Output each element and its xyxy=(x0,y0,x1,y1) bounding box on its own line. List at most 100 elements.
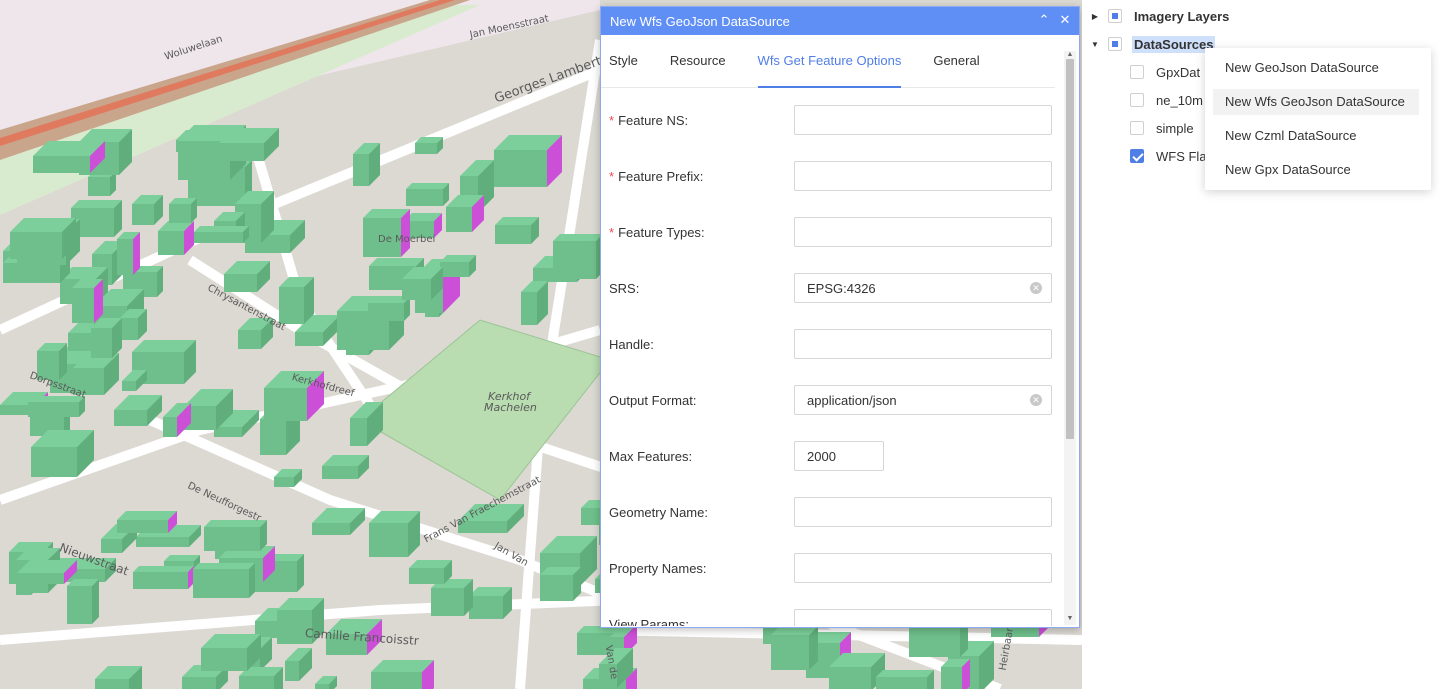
tree-node-datasource[interactable]: ne_10m xyxy=(1130,89,1203,111)
feature-prefix-input[interactable] xyxy=(794,161,1052,191)
field-label: View Params: xyxy=(609,617,689,626)
building-shape xyxy=(92,579,99,624)
building-shape xyxy=(494,150,547,187)
building-shape xyxy=(876,670,934,677)
tab-resource[interactable]: Resource xyxy=(670,35,726,87)
close-icon[interactable]: ✕ xyxy=(1056,11,1074,29)
building-shape xyxy=(415,143,437,154)
field-label: SRS: xyxy=(609,281,640,296)
srs-input[interactable] xyxy=(794,273,1052,303)
geometry-name-input[interactable] xyxy=(794,497,1052,527)
building-shape xyxy=(194,226,249,232)
form-row-max-features: Max Features: xyxy=(601,441,1061,473)
building-shape xyxy=(33,156,90,173)
imagery-layers-checkbox[interactable] xyxy=(1108,9,1122,23)
clear-icon[interactable]: ✕ xyxy=(1030,282,1042,294)
tree-node-label: GpxDat xyxy=(1156,64,1201,80)
tab-general[interactable]: General xyxy=(933,35,979,87)
building-shape xyxy=(260,419,286,455)
building-shape xyxy=(295,332,323,346)
building-shape xyxy=(369,523,408,557)
building-shape xyxy=(3,263,60,283)
property-names-input[interactable] xyxy=(794,553,1052,583)
dialog-scrollbar[interactable]: ▲ ▼ xyxy=(1064,51,1076,625)
building-shape xyxy=(469,596,503,619)
menu-item-new-geojson-datasource[interactable]: New GeoJson DataSource xyxy=(1213,55,1419,81)
tree-node-datasource[interactable]: simple xyxy=(1130,117,1194,139)
dialog-header[interactable]: New Wfs GeoJson DataSource ⌃ ✕ xyxy=(601,7,1079,35)
building-shape xyxy=(353,154,369,186)
tree-node-label: WFS Fla xyxy=(1156,148,1207,164)
form-row-geometry-name: Geometry Name: xyxy=(601,497,1061,529)
field-label: * Feature Types: xyxy=(609,225,705,240)
building-shape xyxy=(371,672,422,689)
max-features-input[interactable] xyxy=(794,441,884,471)
menu-item-new-czml-datasource[interactable]: New Czml DataSource xyxy=(1213,123,1419,149)
menu-item-new-gpx-datasource[interactable]: New Gpx DataSource xyxy=(1213,157,1419,183)
new-wfs-geojson-datasource-dialog: New Wfs GeoJson DataSource ⌃ ✕ Style Res… xyxy=(600,6,1080,628)
caret-right-icon[interactable]: ▶ xyxy=(1090,12,1100,21)
building-shape xyxy=(31,447,77,477)
building-shape xyxy=(158,231,184,255)
building-shape xyxy=(368,303,404,321)
building-shape xyxy=(909,624,960,657)
building-shape xyxy=(521,292,537,325)
tree-node-imagery-layers[interactable]: ▶ Imagery Layers xyxy=(1090,5,1229,27)
building-shape xyxy=(71,200,122,208)
building-shape xyxy=(279,287,304,324)
datasources-checkbox[interactable] xyxy=(1108,37,1122,51)
building-shape xyxy=(409,568,444,584)
building-shape xyxy=(193,569,249,598)
form-row-output-format: Output Format: ✕ xyxy=(601,385,1061,417)
building-shape xyxy=(214,427,242,437)
form-row-property-names: Property Names: xyxy=(601,553,1061,585)
tree-node-datasources[interactable]: ▼ DataSources xyxy=(1090,33,1216,55)
field-label: Handle: xyxy=(609,337,654,352)
building-shape xyxy=(169,204,191,223)
tree-node-label: simple xyxy=(1156,120,1194,136)
scroll-up-icon[interactable]: ▲ xyxy=(1065,51,1075,59)
collapse-icon[interactable]: ⌃ xyxy=(1035,11,1053,29)
building-shape xyxy=(132,204,154,225)
building-shape xyxy=(72,288,94,323)
tree-node-datasource[interactable]: WFS Fla xyxy=(1130,145,1207,167)
building-shape xyxy=(133,572,188,589)
tab-style[interactable]: Style xyxy=(609,35,638,87)
datasource-context-menu: New GeoJson DataSource New Wfs GeoJson D… xyxy=(1205,48,1431,190)
building-shape xyxy=(224,274,257,292)
place-label: Machelen xyxy=(484,401,537,414)
building-shape xyxy=(285,661,299,681)
clear-icon[interactable]: ✕ xyxy=(1030,394,1042,406)
datasource-checkbox[interactable] xyxy=(1130,93,1144,107)
caret-down-icon[interactable]: ▼ xyxy=(1090,40,1100,49)
datasource-checkbox[interactable] xyxy=(1130,65,1144,79)
building-shape xyxy=(829,667,871,689)
menu-item-new-wfs-geojson-datasource[interactable]: New Wfs GeoJson DataSource xyxy=(1213,89,1419,115)
field-label: Property Names: xyxy=(609,561,707,576)
building-shape xyxy=(88,177,110,196)
tab-wfs-get-feature-options[interactable]: Wfs Get Feature Options xyxy=(757,35,901,88)
building-shape xyxy=(238,330,261,349)
tree-node-label: ne_10m xyxy=(1156,92,1203,108)
building-shape xyxy=(133,566,194,572)
form-row-view-params: View Params: xyxy=(601,609,1061,626)
tree-node-datasource[interactable]: GpxDat xyxy=(1130,61,1200,83)
handle-input[interactable] xyxy=(794,329,1052,359)
building-shape xyxy=(204,527,260,551)
datasource-checkbox[interactable] xyxy=(1130,121,1144,135)
building-shape xyxy=(239,676,274,689)
building-shape xyxy=(249,563,255,598)
building-shape xyxy=(771,635,809,670)
building-shape xyxy=(193,563,255,569)
building-shape xyxy=(540,575,573,601)
building-shape xyxy=(117,239,133,275)
field-label: * Feature Prefix: xyxy=(609,169,704,184)
scrollbar-thumb[interactable] xyxy=(1066,59,1074,439)
building-shape xyxy=(264,388,307,421)
datasource-checkbox[interactable] xyxy=(1130,149,1144,163)
feature-types-input[interactable] xyxy=(794,217,1052,247)
view-params-input[interactable] xyxy=(794,609,1052,626)
scroll-down-icon[interactable]: ▼ xyxy=(1065,615,1075,623)
feature-ns-input[interactable] xyxy=(794,105,1052,135)
output-format-input[interactable] xyxy=(794,385,1052,415)
